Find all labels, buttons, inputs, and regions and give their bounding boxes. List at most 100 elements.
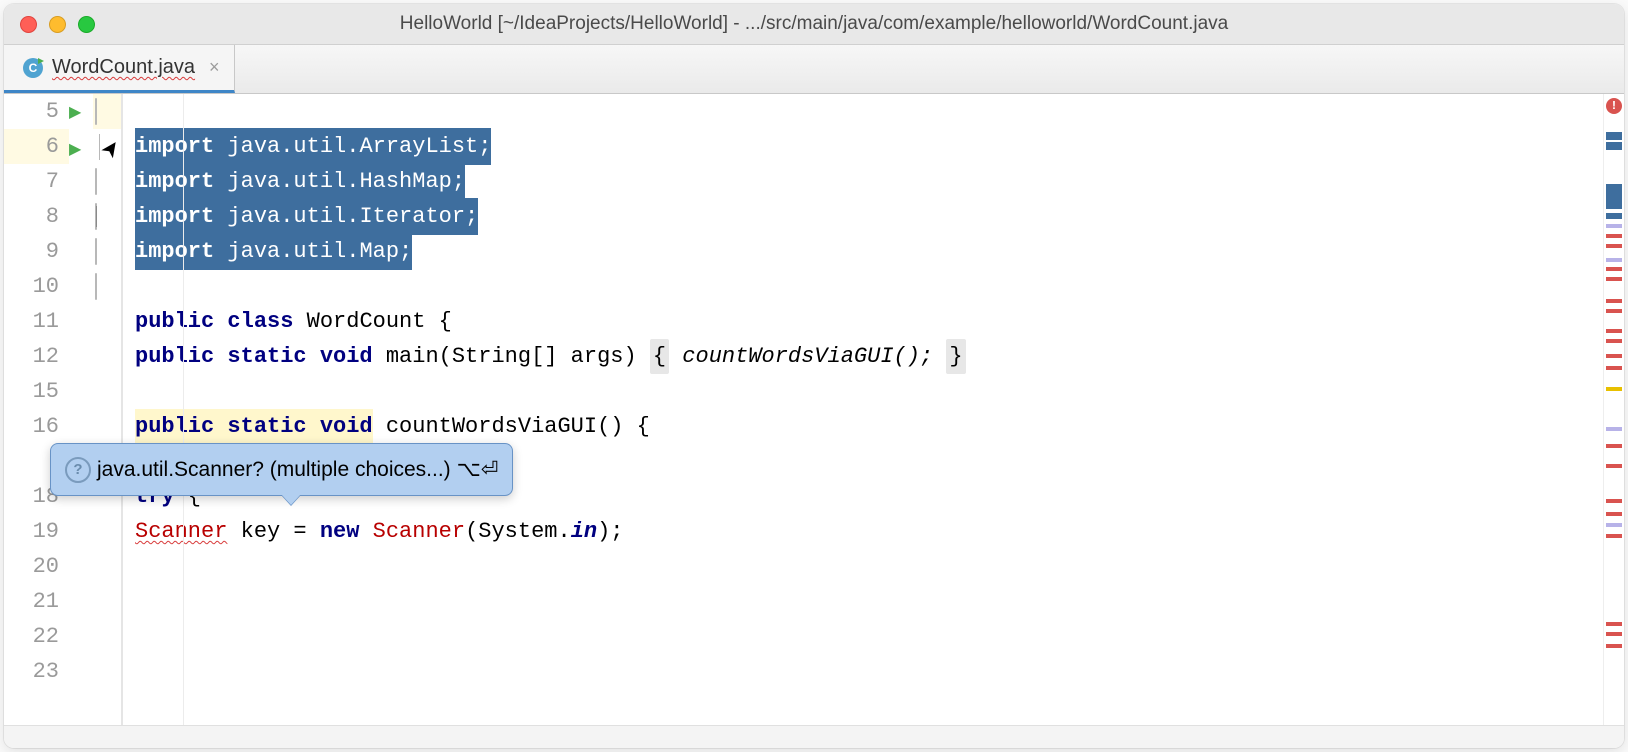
- stripe-mark[interactable]: [1606, 258, 1622, 262]
- stripe-mark[interactable]: [1606, 523, 1622, 527]
- line-number: 6: [4, 129, 69, 164]
- title-bar: HelloWorld [~/IdeaProjects/HelloWorld] -…: [4, 4, 1624, 45]
- error-stripe[interactable]: !: [1603, 94, 1624, 725]
- run-gutter: ▶ ▶: [69, 94, 93, 725]
- fold-toggle-icon[interactable]: [95, 238, 97, 265]
- unresolved-symbol[interactable]: Scanner: [135, 514, 227, 549]
- stripe-mark[interactable]: [1606, 309, 1622, 313]
- run-class-icon[interactable]: ▶: [69, 104, 81, 122]
- fold-toggle-icon[interactable]: [95, 273, 97, 300]
- fold-placeholder[interactable]: }: [946, 339, 965, 374]
- fold-gutter: [93, 94, 123, 725]
- window-controls: [4, 16, 95, 33]
- code-text: key =: [227, 514, 319, 549]
- line-number: 7: [4, 164, 69, 199]
- hint-text: java.util.Scanner? (multiple choices...): [97, 452, 451, 487]
- code-text: [359, 514, 372, 549]
- stripe-mark[interactable]: [1606, 329, 1622, 333]
- tab-wordcount[interactable]: C WordCount.java ×: [4, 45, 235, 93]
- code-text: main(String[] args): [373, 339, 650, 374]
- stripe-mark[interactable]: [1606, 512, 1622, 516]
- code-text: public class: [135, 304, 293, 339]
- hint-shortcut: ⌥⏎: [457, 452, 499, 487]
- stripe-mark[interactable]: [1606, 184, 1622, 209]
- code-text: new: [320, 514, 360, 549]
- fold-toggle-icon[interactable]: [95, 98, 97, 125]
- stripe-mark[interactable]: [1606, 464, 1622, 468]
- code-area[interactable]: import java.util.ArrayList; import java.…: [123, 94, 1603, 725]
- close-tab-icon[interactable]: ×: [209, 57, 220, 78]
- stripe-mark[interactable]: [1606, 534, 1622, 538]
- stripe-mark[interactable]: [1606, 299, 1622, 303]
- close-window-button[interactable]: [20, 16, 37, 33]
- stripe-mark[interactable]: [1606, 427, 1622, 431]
- code-text: java.util.Map;: [214, 239, 412, 264]
- question-icon: ?: [65, 457, 91, 483]
- stripe-mark[interactable]: [1606, 499, 1622, 503]
- code-text: import: [135, 204, 214, 229]
- code-text: );: [597, 514, 623, 549]
- line-number-gutter[interactable]: 5 6 7 8 9 10 11 12 15 16 18 19 20 21 22 …: [4, 94, 69, 725]
- line-number: 16: [4, 409, 69, 444]
- stripe-mark[interactable]: [1606, 354, 1622, 358]
- code-text: (System.: [465, 514, 571, 549]
- line-number: 11: [4, 304, 69, 339]
- stripe-mark[interactable]: [1606, 142, 1622, 150]
- code-text: java.util.Iterator;: [214, 204, 478, 229]
- run-main-icon[interactable]: ▶: [69, 141, 81, 159]
- ide-window: HelloWorld [~/IdeaProjects/HelloWorld] -…: [4, 4, 1624, 748]
- editor[interactable]: 5 6 7 8 9 10 11 12 15 16 18 19 20 21 22 …: [4, 94, 1624, 725]
- code-text: java.util.ArrayList;: [214, 134, 491, 159]
- line-number: 5: [4, 94, 69, 129]
- line-number: 19: [4, 514, 69, 549]
- code-text: import: [135, 134, 214, 159]
- minimize-window-button[interactable]: [49, 16, 66, 33]
- code-text: public static void: [135, 414, 373, 439]
- import-hint-popup[interactable]: ? java.util.Scanner? (multiple choices..…: [50, 443, 513, 496]
- line-number: 23: [4, 654, 69, 689]
- fold-toggle-icon[interactable]: [95, 168, 97, 195]
- stripe-mark[interactable]: [1606, 234, 1622, 238]
- line-number: 8: [4, 199, 69, 234]
- line-number: 9: [4, 234, 69, 269]
- line-number: 12: [4, 339, 69, 374]
- stripe-mark[interactable]: [1606, 339, 1622, 343]
- stripe-mark[interactable]: [1606, 267, 1622, 271]
- stripe-mark[interactable]: [1606, 224, 1622, 228]
- stripe-mark[interactable]: [1606, 444, 1622, 448]
- code-text: java.util.HashMap;: [214, 169, 465, 194]
- code-text: public static void: [135, 339, 373, 374]
- maximize-window-button[interactable]: [78, 16, 95, 33]
- stripe-mark[interactable]: [1606, 244, 1622, 248]
- java-class-icon: C: [22, 57, 44, 79]
- code-text: countWordsViaGUI();: [669, 339, 946, 374]
- stripe-mark[interactable]: [1606, 366, 1622, 370]
- status-bar: [4, 725, 1624, 748]
- fold-toggle-icon[interactable]: [95, 203, 97, 230]
- stripe-mark[interactable]: [1606, 213, 1622, 219]
- line-number: 20: [4, 549, 69, 584]
- stripe-mark[interactable]: [1606, 387, 1622, 391]
- stripe-mark[interactable]: [1606, 644, 1622, 648]
- stripe-mark[interactable]: [1606, 622, 1622, 626]
- window-title: HelloWorld [~/IdeaProjects/HelloWorld] -…: [4, 13, 1624, 35]
- code-text: countWordsViaGUI() {: [373, 409, 650, 444]
- stripe-mark[interactable]: [1606, 132, 1622, 140]
- stripe-mark[interactable]: [1606, 632, 1622, 636]
- editor-tabs: C WordCount.java ×: [4, 45, 1624, 94]
- tab-filename: WordCount.java: [52, 56, 195, 79]
- line-number: 21: [4, 584, 69, 619]
- line-number: 10: [4, 269, 69, 304]
- indent-guide: [183, 94, 184, 725]
- line-number: 15: [4, 374, 69, 409]
- code-text: import: [135, 169, 214, 194]
- line-number: 22: [4, 619, 69, 654]
- popup-tail: [281, 494, 301, 505]
- fold-placeholder[interactable]: {: [650, 339, 669, 374]
- stripe-mark[interactable]: [1606, 277, 1622, 281]
- code-text: import: [135, 239, 214, 264]
- code-text: in: [571, 514, 597, 549]
- unresolved-symbol[interactable]: Scanner: [373, 514, 465, 549]
- error-summary-icon[interactable]: !: [1606, 98, 1622, 114]
- fold-end-icon: [99, 134, 100, 160]
